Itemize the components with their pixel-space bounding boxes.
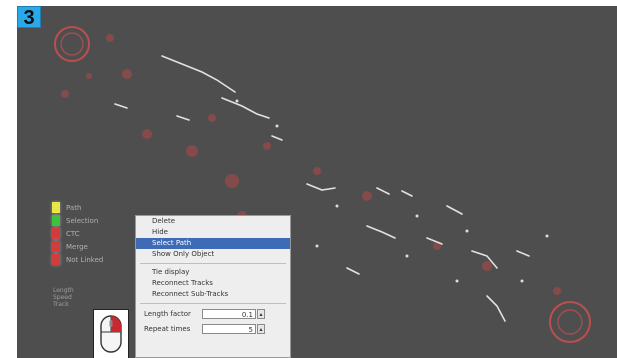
step-badge: 3 [17,6,41,29]
length-factor-input[interactable]: 0.1 [202,308,256,319]
track-path[interactable] [366,225,396,239]
menu-item-delete[interactable]: Delete [136,216,290,227]
stats-row: Speed [53,294,72,301]
object-marker[interactable] [549,301,591,343]
tracking-canvas[interactable]: Path Selection CTC Merge Not Linked Leng… [17,6,617,358]
object-blob [553,287,561,295]
object-blob [86,73,92,79]
object-blob [263,142,271,150]
object-blob [313,167,321,175]
object-marker[interactable] [60,32,84,56]
track-point [520,279,524,283]
track-path[interactable] [161,55,236,93]
track-path[interactable] [401,190,413,197]
menu-separator [140,303,286,304]
length-factor-label: Length factor [144,309,191,318]
menu-item-select-path[interactable]: Select Path [136,238,290,249]
object-blob [61,90,69,98]
object-marker[interactable] [557,309,583,335]
track-point [335,204,339,208]
track-path[interactable] [306,183,336,191]
legend-item: Not Linked [52,253,122,266]
legend-label: Selection [66,216,99,225]
object-blob [225,174,239,188]
track-point [465,229,469,233]
legend-label: Not Linked [66,255,104,264]
context-menu: Delete Hide Select Path Show Only Object… [135,215,291,358]
object-blob [362,191,372,201]
track-point [315,244,319,248]
object-blob [208,114,216,122]
legend-item: Merge [52,240,122,253]
legend-label: Merge [66,242,88,251]
menu-item-tie-display[interactable]: Tie display [136,267,290,278]
track-point [405,254,409,258]
menu-item-hide[interactable]: Hide [136,227,290,238]
track-path[interactable] [221,97,270,119]
menu-item-show-only-object[interactable]: Show Only Object [136,249,290,260]
menu-separator [140,263,286,264]
legend-swatch [52,228,60,239]
track-scene [54,26,591,343]
menu-item-reconnect-tracks[interactable]: Reconnect Tracks [136,278,290,289]
stats-row: Length [53,287,74,294]
legend-item: Selection [52,214,122,227]
legend-swatch [52,241,60,252]
repeat-times-stepper[interactable]: ▴ [257,323,265,334]
track-path[interactable] [346,267,360,275]
legend-item: Path [52,201,122,214]
track-legend: Path Selection CTC Merge Not Linked [52,201,122,266]
track-path[interactable] [176,115,190,121]
legend-item: CTC [52,227,122,240]
menu-item-reconnect-sub-tracks[interactable]: Reconnect Sub-Tracks [136,289,290,300]
object-blob [106,34,114,42]
legend-swatch [52,215,60,226]
object-blob [122,69,132,79]
legend-swatch [52,202,60,213]
object-blob [482,261,492,271]
track-point [545,234,549,238]
repeat-times-field: Repeat times 5 ▴ [136,322,290,335]
track-path[interactable] [376,187,390,195]
stats-row: Track [53,301,69,308]
track-path[interactable] [114,103,128,109]
legend-swatch [52,254,60,265]
repeat-times-label: Repeat times [144,324,191,333]
track-path[interactable] [446,205,463,215]
track-path[interactable] [271,135,283,141]
repeat-times-input[interactable]: 5 [202,323,256,334]
object-blob [186,145,198,157]
object-blob [142,129,152,139]
screenshot-frame: Path Selection CTC Merge Not Linked Leng… [0,0,617,358]
track-stats: Length Speed Track [53,287,74,308]
length-factor-field: Length factor 0.1 ▴ [136,307,290,320]
object-marker[interactable] [54,26,90,62]
legend-label: CTC [66,229,80,238]
length-factor-stepper[interactable]: ▴ [257,308,265,319]
legend-label: Path [66,203,82,212]
track-path[interactable] [486,295,506,322]
track-point [455,279,459,283]
mouse-right-click-icon [93,309,129,358]
track-point [415,214,419,218]
track-path[interactable] [516,250,530,257]
track-point [275,124,279,128]
track-point [235,99,239,103]
